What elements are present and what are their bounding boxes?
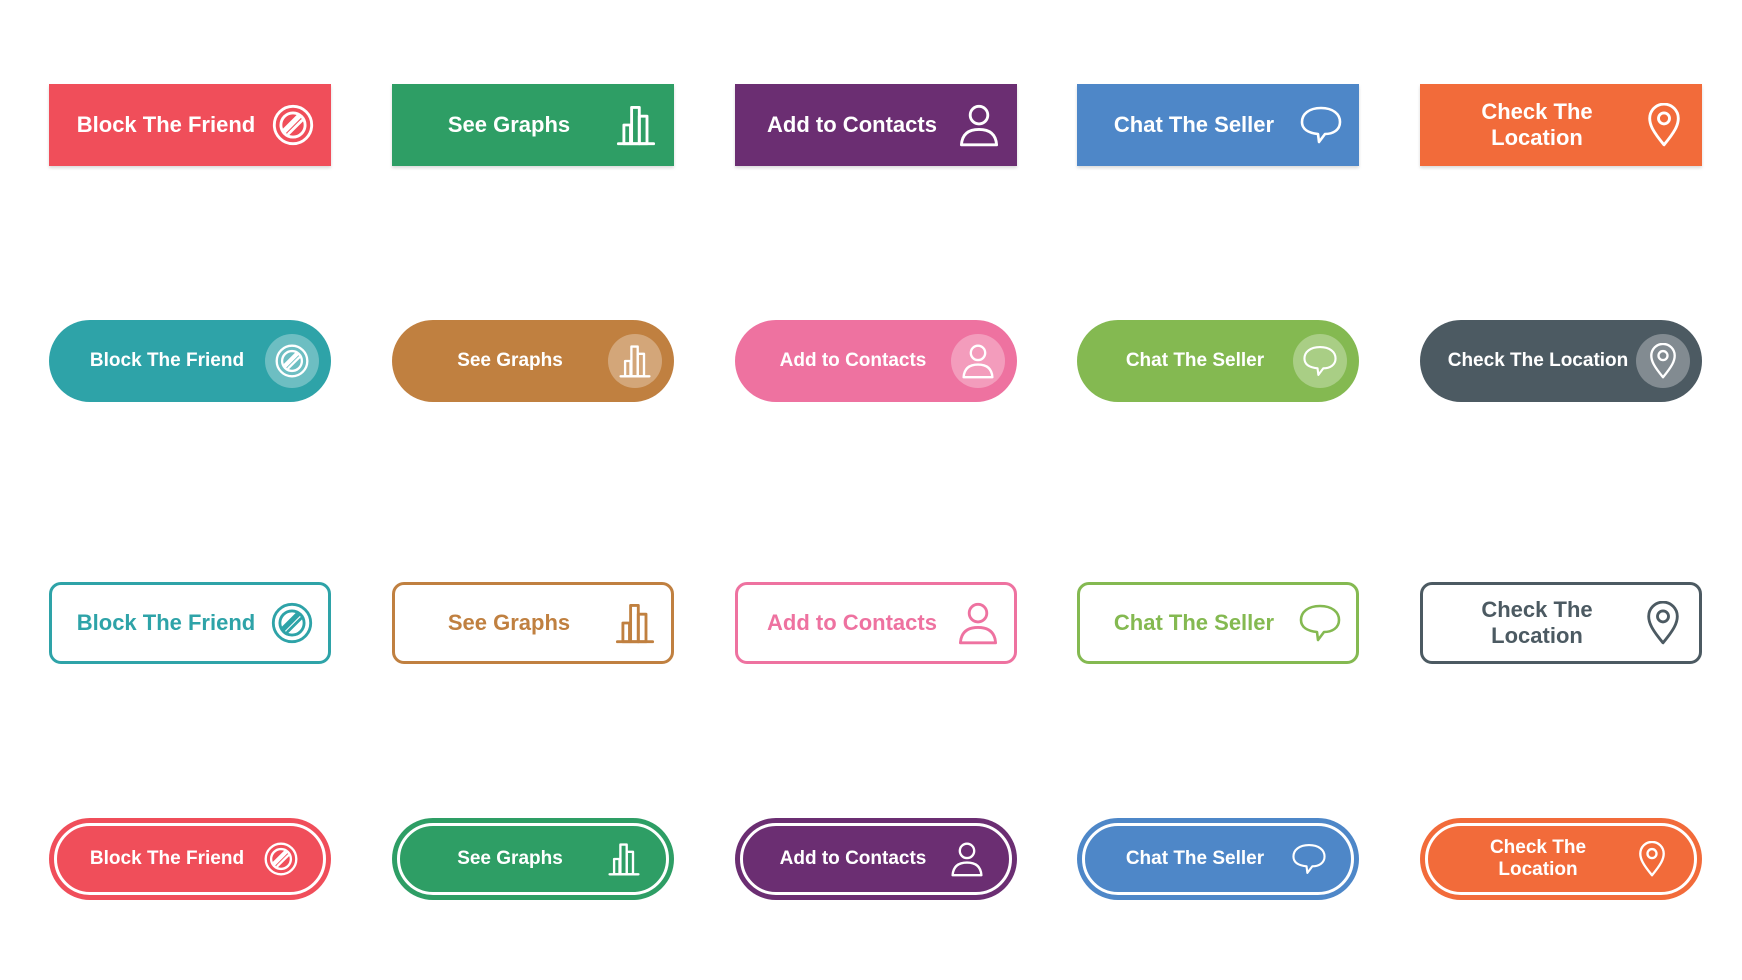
button-label: Block The Friend [76, 610, 256, 635]
chat-the-seller-button[interactable]: Chat The Seller [1077, 84, 1359, 166]
see-graphs-button[interactable]: See Graphs [392, 818, 674, 900]
block-the-friend-button[interactable]: Block The Friend [49, 320, 331, 402]
button-label: Block The Friend [89, 848, 245, 869]
check-the-location-button[interactable]: Check The Location [1420, 84, 1702, 166]
button-label: Block The Friend [89, 350, 245, 371]
location-pin-icon [1636, 334, 1690, 388]
button-label: See Graphs [457, 350, 563, 371]
chat-bubble-icon [1293, 334, 1347, 388]
user-icon [954, 599, 1002, 647]
button-label: Chat The Seller [1125, 848, 1265, 869]
user-icon [955, 101, 1003, 149]
check-the-location-button[interactable]: Check The Location [1420, 818, 1702, 900]
block-icon [257, 835, 305, 883]
bar-chart-icon [600, 835, 648, 883]
button-label: Chat The Seller [1125, 350, 1265, 371]
chat-the-seller-button[interactable]: Chat The Seller [1077, 818, 1359, 900]
block-icon [269, 101, 317, 149]
check-the-location-button[interactable]: Check The Location [1420, 320, 1702, 402]
add-to-contacts-button[interactable]: Add to Contacts [735, 84, 1017, 166]
bar-chart-icon [611, 599, 659, 647]
bar-chart-icon [612, 101, 660, 149]
block-icon [268, 599, 316, 647]
user-icon [951, 334, 1005, 388]
button-label: Check The Location [1447, 350, 1629, 371]
location-pin-icon [1639, 599, 1687, 647]
block-icon [265, 334, 319, 388]
inner-border: Block The Friend [54, 823, 326, 895]
bar-chart-icon [608, 334, 662, 388]
see-graphs-button[interactable]: See Graphs [392, 320, 674, 402]
button-label: Add to Contacts [767, 112, 937, 137]
block-the-friend-button[interactable]: Block The Friend [49, 582, 331, 664]
block-the-friend-button[interactable]: Block The Friend [49, 818, 331, 900]
chat-the-seller-button[interactable]: Chat The Seller [1077, 582, 1359, 664]
check-the-location-button[interactable]: Check The Location [1420, 582, 1702, 664]
button-label: Block The Friend [76, 112, 256, 137]
see-graphs-button[interactable]: See Graphs [392, 84, 674, 166]
chat-bubble-icon [1285, 835, 1333, 883]
add-to-contacts-button[interactable]: Add to Contacts [735, 320, 1017, 402]
location-pin-icon [1628, 835, 1676, 883]
button-label: Chat The Seller [1113, 610, 1275, 635]
location-pin-icon [1640, 101, 1688, 149]
button-label: Add to Contacts [767, 610, 937, 635]
add-to-contacts-button[interactable]: Add to Contacts [735, 818, 1017, 900]
button-label: Check The Location [1481, 597, 1593, 648]
button-label: Add to Contacts [779, 350, 927, 371]
button-label: See Graphs [457, 848, 563, 869]
chat-bubble-icon [1296, 599, 1344, 647]
inner-border: Chat The Seller [1082, 823, 1354, 895]
user-icon [943, 835, 991, 883]
inner-border: See Graphs [397, 823, 669, 895]
chat-bubble-icon [1297, 101, 1345, 149]
block-the-friend-button[interactable]: Block The Friend [49, 84, 331, 166]
inner-border: Add to Contacts [740, 823, 1012, 895]
button-label: Check The Location [1489, 837, 1587, 880]
button-label: Chat The Seller [1113, 112, 1275, 137]
button-label: See Graphs [447, 112, 571, 137]
inner-border: Check The Location [1425, 823, 1697, 895]
button-label: Check The Location [1481, 99, 1593, 150]
button-label: Add to Contacts [779, 848, 927, 869]
see-graphs-button[interactable]: See Graphs [392, 582, 674, 664]
button-label: See Graphs [447, 610, 571, 635]
add-to-contacts-button[interactable]: Add to Contacts [735, 582, 1017, 664]
chat-the-seller-button[interactable]: Chat The Seller [1077, 320, 1359, 402]
